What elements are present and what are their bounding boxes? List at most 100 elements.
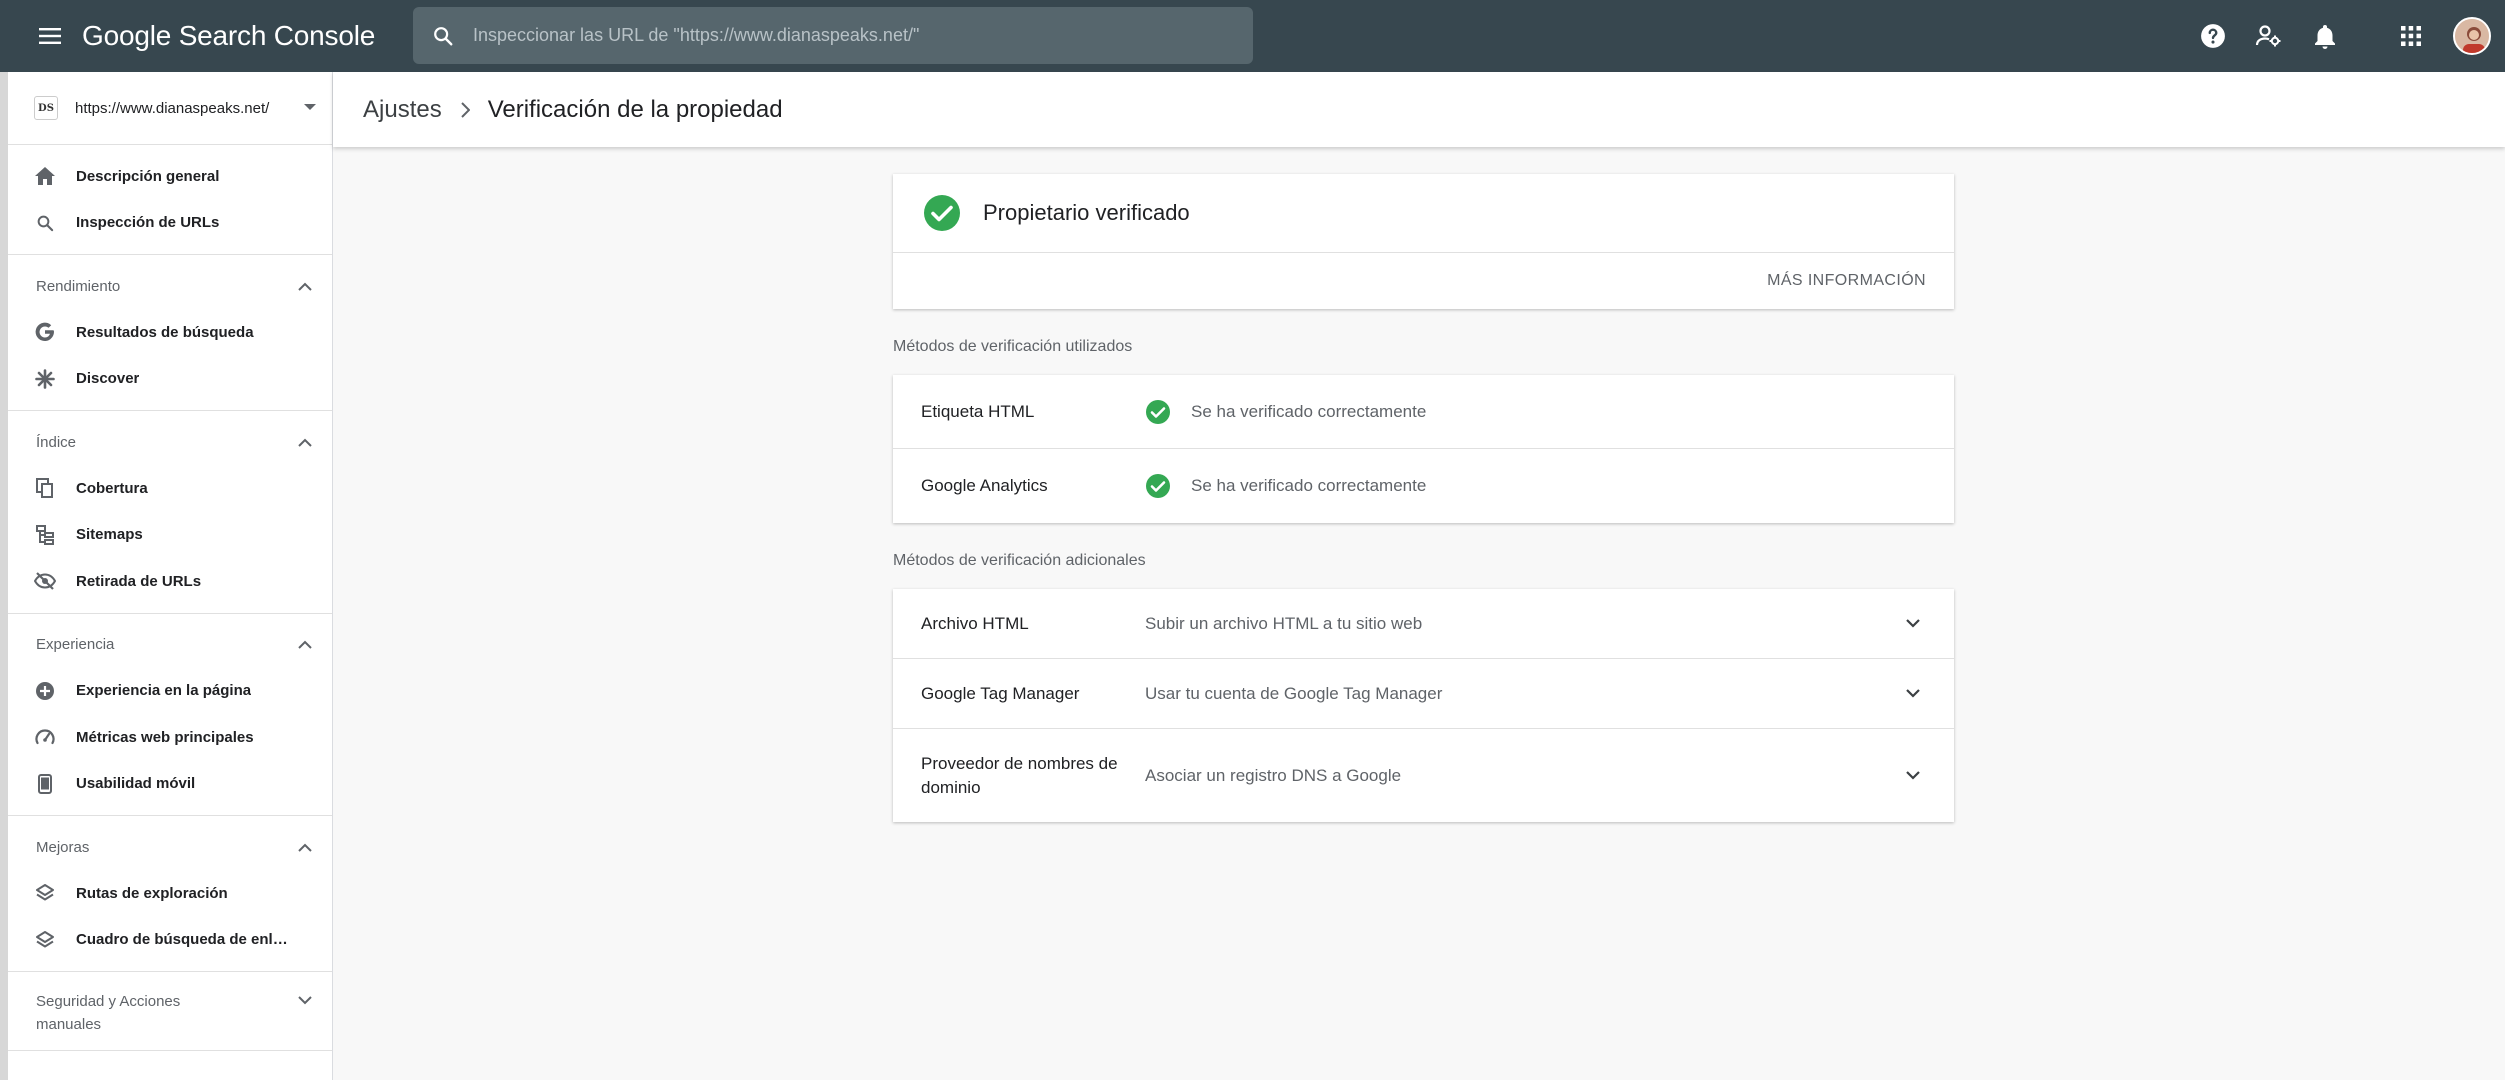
nav-group-experience: Experiencia Experiencia en la página Mét… — [8, 614, 332, 816]
method-row-html-file[interactable]: Archivo HTML Subir un archivo HTML a tu … — [893, 589, 1954, 659]
used-methods-label: Métodos de verificación utilizados — [893, 338, 1133, 355]
sidebar-item-core-web-vitals[interactable]: Métricas web principales — [8, 714, 332, 761]
sidebar-item-label: Retirada de URLs — [76, 572, 202, 590]
chevron-right-icon — [460, 101, 470, 118]
sidebar-item-page-experience[interactable]: Experiencia en la página — [8, 668, 332, 715]
sidebar-item-mobile-usability[interactable]: Usabilidad móvil — [8, 761, 332, 808]
sidebar-item-sitemaps[interactable]: Sitemaps — [8, 512, 332, 559]
section-header-label: Experiencia — [36, 636, 115, 653]
phone-icon — [34, 773, 56, 795]
nav-group-security: Seguridad y Acciones manuales — [8, 972, 332, 1051]
sidebar-item-label: Cobertura — [76, 479, 148, 497]
sidebar-item-label: Discover — [76, 370, 140, 388]
sidebar-item-label: Resultados de búsqueda — [76, 323, 254, 341]
check-circle-icon — [1146, 399, 1170, 424]
section-header-security[interactable]: Seguridad y Acciones manuales — [8, 980, 332, 1042]
page-title: Verificación de la propiedad — [487, 95, 783, 123]
method-name: Proveedor de nombres de dominio — [921, 753, 1118, 797]
section-header-label: Mejoras — [36, 838, 90, 856]
section-header-enhancements[interactable]: Mejoras — [8, 824, 332, 870]
nav-group-top: Descripción general Inspección de URLs — [8, 145, 332, 255]
section-header-performance[interactable]: Rendimiento — [8, 263, 332, 309]
sidebar-item-label: Métricas web principales — [76, 728, 254, 746]
chevron-down-icon — [298, 996, 312, 1005]
sidebar-item-discover[interactable]: Discover — [8, 356, 332, 403]
sidebar-item-label: Inspección de URLs — [76, 214, 220, 232]
chevron-up-icon — [298, 843, 312, 852]
sitemap-icon — [34, 524, 56, 546]
top-app-bar: Google Search Console — [0, 0, 2505, 72]
layers-icon — [34, 929, 56, 951]
home-icon — [34, 165, 56, 187]
property-selector[interactable]: DS https://www.dianaspeaks.net/ — [8, 72, 332, 145]
logo-google-text: Google — [82, 20, 172, 51]
nav-group-enhancements: Mejoras Rutas de exploración Cuadro de b… — [8, 816, 332, 972]
eye-off-icon — [34, 570, 56, 592]
sidebar-item-label: Experiencia en la página — [76, 682, 252, 700]
main-menu-button[interactable] — [26, 12, 74, 60]
left-edge-strip — [0, 72, 8, 1080]
section-header-experience[interactable]: Experiencia — [8, 622, 332, 668]
method-name: Archivo HTML — [921, 613, 1029, 633]
verified-owner-header: Propietario verificado — [893, 174, 1954, 253]
sidebar-item-url-inspection[interactable]: Inspección de URLs — [8, 200, 332, 247]
additional-methods-label: Métodos de verificación adicionales — [893, 552, 1146, 569]
asterisk-icon — [34, 368, 56, 390]
method-name: Etiqueta HTML — [921, 401, 1035, 421]
used-methods-card: Etiqueta HTML Se ha verificado correctam… — [893, 375, 1954, 523]
apps-grid-icon[interactable] — [2383, 8, 2439, 64]
sidebar-item-removals[interactable]: Retirada de URLs — [8, 558, 332, 605]
additional-methods-card: Archivo HTML Subir un archivo HTML a tu … — [893, 589, 1954, 822]
url-inspection-search-bar[interactable] — [413, 7, 1253, 64]
chevron-up-icon — [298, 640, 312, 649]
sidebar-item-label: Descripción general — [76, 167, 220, 185]
sidebar-item-label: Rutas de exploración — [76, 884, 228, 902]
method-row-html-tag: Etiqueta HTML Se ha verificado correctam… — [893, 375, 1954, 449]
method-status: Se ha verificado correctamente — [1191, 476, 1427, 495]
method-row-google-analytics: Google Analytics Se ha verificado correc… — [893, 449, 1954, 523]
top-actions — [2185, 0, 2505, 72]
verified-owner-card: Propietario verificado MÁS INFORMACIÓN — [893, 174, 1954, 309]
sidebar-item-label: Sitemaps — [76, 526, 143, 544]
chevron-down-icon[interactable] — [1902, 765, 1924, 787]
chevron-down-icon[interactable] — [1902, 683, 1924, 705]
app-logo[interactable]: Google Search Console — [82, 20, 375, 52]
avatar[interactable] — [2453, 17, 2491, 55]
method-name: Google Tag Manager — [921, 683, 1080, 703]
chevron-up-icon — [298, 438, 312, 447]
manage-users-icon[interactable] — [2241, 8, 2297, 64]
chevron-up-icon — [298, 282, 312, 291]
nav-group-performance: Rendimiento Resultados de búsqueda Disco… — [8, 255, 332, 411]
menu-icon — [39, 28, 61, 44]
layers-icon — [34, 882, 56, 904]
breadcrumb-parent[interactable]: Ajustes — [363, 96, 442, 124]
property-url: https://www.dianaspeaks.net/ — [75, 99, 270, 117]
sidebar-item-coverage[interactable]: Cobertura — [8, 465, 332, 512]
sidebar: DS https://www.dianaspeaks.net/ Descripc… — [8, 72, 333, 1080]
copy-pages-icon — [34, 477, 56, 499]
chevron-down-icon[interactable] — [1902, 613, 1924, 635]
speed-gauge-icon — [34, 726, 56, 748]
search-icon — [34, 212, 56, 234]
help-icon[interactable] — [2185, 8, 2241, 64]
page-header: Ajustes Verificación de la propiedad — [333, 72, 2505, 147]
check-circle-icon — [924, 195, 960, 231]
section-header-label: Índice — [36, 433, 77, 451]
sidebar-item-search-results[interactable]: Resultados de búsqueda — [8, 309, 332, 356]
sidebar-item-overview[interactable]: Descripción general — [8, 153, 332, 200]
method-row-domain-provider[interactable]: Proveedor de nombres de dominio Asociar … — [893, 729, 1954, 822]
section-header-index[interactable]: Índice — [8, 419, 332, 465]
method-row-tag-manager[interactable]: Google Tag Manager Usar tu cuenta de Goo… — [893, 659, 1954, 729]
method-description: Subir un archivo HTML a tu sitio web — [1145, 613, 1423, 633]
section-header-label: Rendimiento — [36, 277, 121, 295]
search-icon — [413, 25, 473, 47]
property-favicon: DS — [34, 96, 58, 120]
section-header-label: Seguridad y Acciones manuales — [36, 993, 181, 1033]
method-name: Google Analytics — [921, 476, 1048, 495]
sidebar-item-breadcrumbs[interactable]: Rutas de exploración — [8, 870, 332, 917]
url-inspection-input[interactable] — [473, 25, 1213, 46]
sidebar-item-sitelinks-searchbox[interactable]: Cuadro de búsqueda de enlace... — [8, 917, 332, 964]
notifications-icon[interactable] — [2297, 8, 2353, 64]
more-info-button[interactable]: MÁS INFORMACIÓN — [1767, 272, 1926, 290]
check-circle-icon — [1146, 474, 1170, 498]
